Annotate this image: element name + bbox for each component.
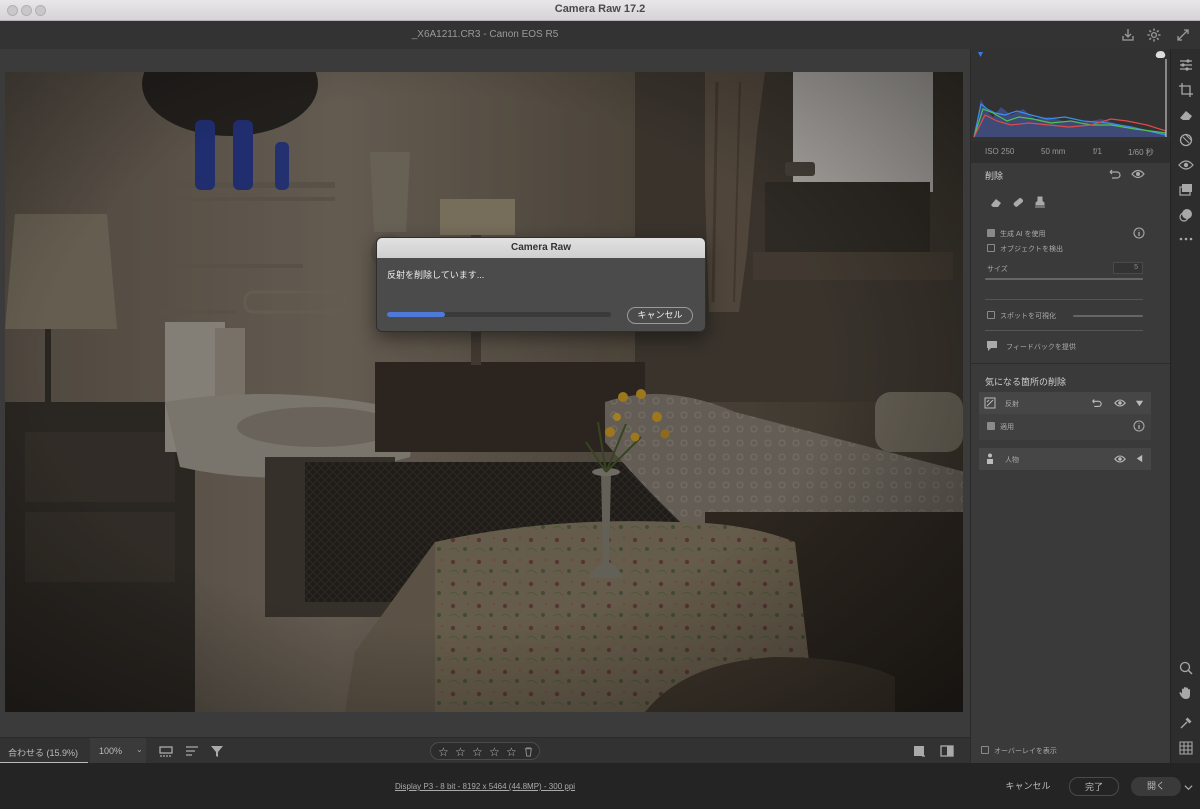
status-bar: Display P3 - 8 bit - 8192 x 5464 (44.8MP…: [0, 763, 1200, 809]
presets-icon[interactable]: [1178, 207, 1194, 223]
before-after-icon[interactable]: [939, 743, 955, 759]
eye-icon[interactable]: [1114, 453, 1126, 465]
cancel-button[interactable]: キャンセル: [998, 777, 1058, 796]
file-info-bar: _X6A1211.CR3 - Canon EOS R5: [0, 21, 1200, 49]
color-sampler-icon[interactable]: [1178, 715, 1194, 731]
size-label: サイズ: [987, 266, 1008, 273]
visualize-spots-slider[interactable]: [1073, 315, 1143, 317]
view-toolbar: 合わせる (15.9%) 100% ⌄ ☆ ☆ ☆ ☆ ☆: [0, 737, 970, 764]
rating-star-2[interactable]: ☆: [455, 745, 466, 759]
section-divider: [985, 330, 1143, 331]
gear-icon[interactable]: [1146, 27, 1162, 43]
chevron-left-icon[interactable]: [1135, 454, 1144, 463]
window-titlebar: Camera Raw 17.2: [0, 0, 1200, 21]
zoom-select[interactable]: 100% ⌄: [90, 738, 146, 764]
window-title: Camera Raw 17.2: [554, 3, 646, 15]
crop-icon[interactable]: [1178, 82, 1194, 98]
eye-icon[interactable]: [1131, 167, 1145, 181]
grid-icon[interactable]: [1178, 740, 1194, 756]
eraser-icon[interactable]: [989, 195, 1003, 209]
people-row[interactable]: 人物: [979, 448, 1151, 470]
eraser-icon[interactable]: [1178, 107, 1194, 123]
reflections-row[interactable]: 反射: [979, 392, 1151, 414]
open-button[interactable]: 開く: [1131, 777, 1181, 796]
clone-stamp-icon[interactable]: [1033, 195, 1047, 209]
progress-dialog: Camera Raw 反射を削除しています... キャンセル: [376, 237, 706, 332]
fullscreen-icon[interactable]: [1175, 27, 1191, 43]
shadow-clipping-icon[interactable]: [978, 52, 983, 57]
edit-sliders-icon[interactable]: [1178, 57, 1194, 73]
image-canvas[interactable]: Camera Raw 反射を削除しています... キャンセル: [0, 49, 970, 737]
reset-icon[interactable]: [1090, 397, 1102, 409]
file-name: _X6A1211.CR3 - Canon EOS R5: [411, 29, 559, 40]
size-input[interactable]: 5: [1113, 262, 1143, 274]
mask-overlay-icon[interactable]: [911, 743, 927, 759]
hand-icon[interactable]: [1178, 685, 1194, 701]
info-icon[interactable]: [1132, 419, 1146, 433]
reflections-label: 反射: [1005, 401, 1019, 408]
progress-bar: [387, 312, 611, 317]
camera-info: ISO 250 50 mm f/1 1/60 秒: [971, 141, 1171, 163]
show-overlay-checkbox[interactable]: [981, 746, 989, 754]
snapshots-icon[interactable]: [1178, 182, 1194, 198]
aperture-value: f/1: [1093, 147, 1102, 156]
red-eye-icon[interactable]: [1178, 157, 1194, 173]
filter-icon[interactable]: [209, 743, 225, 759]
remove-section-title: 削除: [985, 171, 1004, 181]
detect-objects-label: オブジェクトを検出: [1000, 246, 1063, 253]
zoom-value: 100%: [99, 746, 123, 756]
progress-bar-fill: [387, 312, 446, 317]
apply-label: 適用: [1000, 424, 1014, 431]
photo-preview: [5, 72, 963, 712]
more-icon[interactable]: [1178, 231, 1194, 247]
zoom-icon[interactable]: [1178, 660, 1194, 676]
rating-star-3[interactable]: ☆: [472, 745, 483, 759]
feedback-icon[interactable]: [985, 339, 999, 353]
use-gen-ai-label: 生成 AI を使用: [1000, 231, 1046, 238]
done-button[interactable]: 完了: [1069, 777, 1119, 796]
rating-stars: ☆ ☆ ☆ ☆ ☆: [430, 742, 540, 760]
sort-icon[interactable]: [184, 743, 200, 759]
masking-icon[interactable]: [1178, 132, 1194, 148]
visualize-spots-label: スポットを可視化: [1000, 313, 1056, 320]
reset-icon[interactable]: [1107, 167, 1121, 181]
focal-length-value: 50 mm: [1041, 147, 1066, 156]
section-divider: [985, 299, 1143, 300]
trash-icon[interactable]: [523, 746, 534, 757]
rating-star-4[interactable]: ☆: [489, 745, 500, 759]
detect-objects-checkbox[interactable]: [987, 244, 995, 252]
info-icon[interactable]: [1132, 226, 1146, 240]
reflections-icon: [984, 397, 996, 409]
edit-panel: ISO 250 50 mm f/1 1/60 秒 削除 生成 AI を使用 オブ…: [970, 49, 1171, 763]
dialog-message: 反射を削除しています...: [387, 270, 485, 280]
save-icon[interactable]: [1120, 27, 1136, 43]
highlight-clipping-icon[interactable]: [1155, 51, 1166, 58]
rating-star-1[interactable]: ☆: [438, 745, 449, 759]
apply-checkbox[interactable]: [987, 422, 995, 430]
person-icon: [987, 453, 993, 464]
chevron-down-icon: ⌄: [136, 745, 143, 754]
healing-brush-icon[interactable]: [1011, 195, 1025, 209]
size-slider[interactable]: [985, 278, 1143, 280]
shutter-value: 1/60 秒: [1128, 148, 1154, 157]
show-overlay-label: オーバーレイを表示: [994, 748, 1057, 755]
fit-zoom-button[interactable]: 合わせる (15.9%): [8, 746, 78, 759]
histogram: [971, 49, 1171, 141]
filmstrip-icon[interactable]: [158, 743, 174, 759]
workflow-options-link[interactable]: Display P3 - 8 bit - 8192 x 5464 (44.8MP…: [0, 782, 970, 791]
dialog-cancel-button[interactable]: キャンセル: [627, 307, 693, 324]
visualize-spots-checkbox[interactable]: [987, 311, 995, 319]
panel-separator: [971, 363, 1171, 364]
use-gen-ai-checkbox[interactable]: [987, 229, 995, 237]
dialog-title: Camera Raw: [377, 238, 705, 258]
chevron-down-icon[interactable]: [1135, 399, 1144, 408]
tool-strip: [1170, 49, 1200, 763]
iso-value: ISO 250: [985, 147, 1015, 156]
rating-star-5[interactable]: ☆: [506, 745, 517, 759]
feedback-link[interactable]: フィードバックを提供: [1006, 342, 1076, 352]
chevron-down-icon[interactable]: [1184, 783, 1193, 792]
eye-icon[interactable]: [1114, 397, 1126, 409]
people-label: 人物: [1005, 457, 1019, 464]
distraction-section-title: 気になる箇所の削除: [985, 377, 1067, 387]
